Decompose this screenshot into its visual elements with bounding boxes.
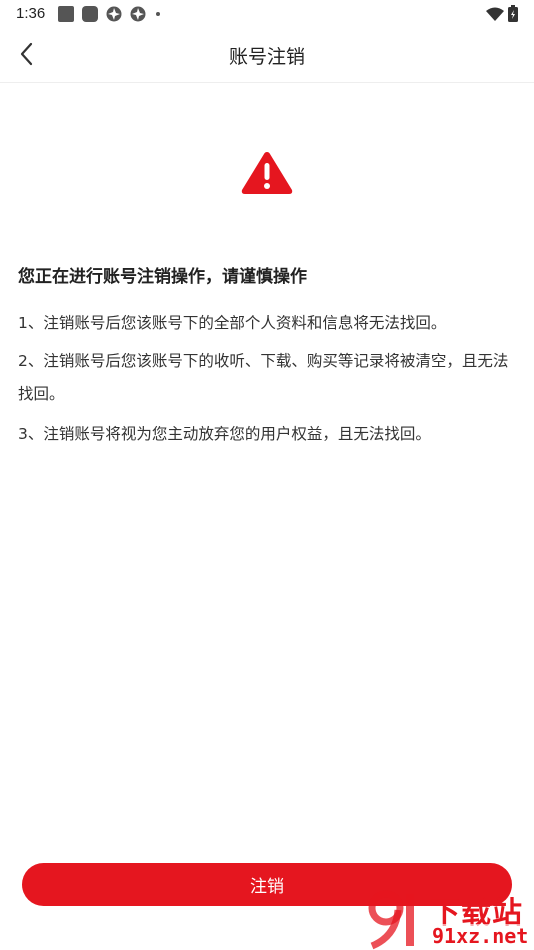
notice-content: 您正在进行账号注销操作，请谨慎操作 1、注销账号后您该账号下的全部个人资料和信息… [18, 262, 518, 451]
nav-bar: 账号注销 [0, 28, 534, 83]
notification-icons [58, 5, 160, 23]
notice-item-1: 1、注销账号后您该账号下的全部个人资料和信息将无法找回。 [18, 314, 447, 332]
status-bar: 1:36 [0, 0, 534, 28]
watermark-text-en: 91xz.net [432, 924, 529, 948]
notification-square-icon [58, 6, 74, 22]
watermark: 下载站 91xz.net [362, 888, 534, 950]
watermark-logo-icon [368, 890, 414, 950]
notice-heading: 您正在进行账号注销操作，请谨慎操作 [18, 267, 307, 287]
page-title: 账号注销 [228, 46, 305, 68]
notice-item-2: 2、注销账号后您该账号下的收听、下载、购买等记录将被清空，且无法找回。 [18, 352, 509, 403]
warning-triangle-icon [241, 152, 293, 194]
wifi-icon [486, 7, 504, 21]
aperture-icon [106, 6, 122, 22]
status-right [486, 5, 518, 22]
status-time: 1:36 [16, 5, 46, 22]
battery-icon [508, 5, 518, 22]
aperture-icon-2 [130, 6, 146, 22]
more-notifications-dot [156, 12, 160, 16]
notification-app-icon [82, 6, 98, 22]
notice-item-3: 3、注销账号将视为您主动放弃您的用户权益，且无法找回。 [18, 425, 431, 443]
